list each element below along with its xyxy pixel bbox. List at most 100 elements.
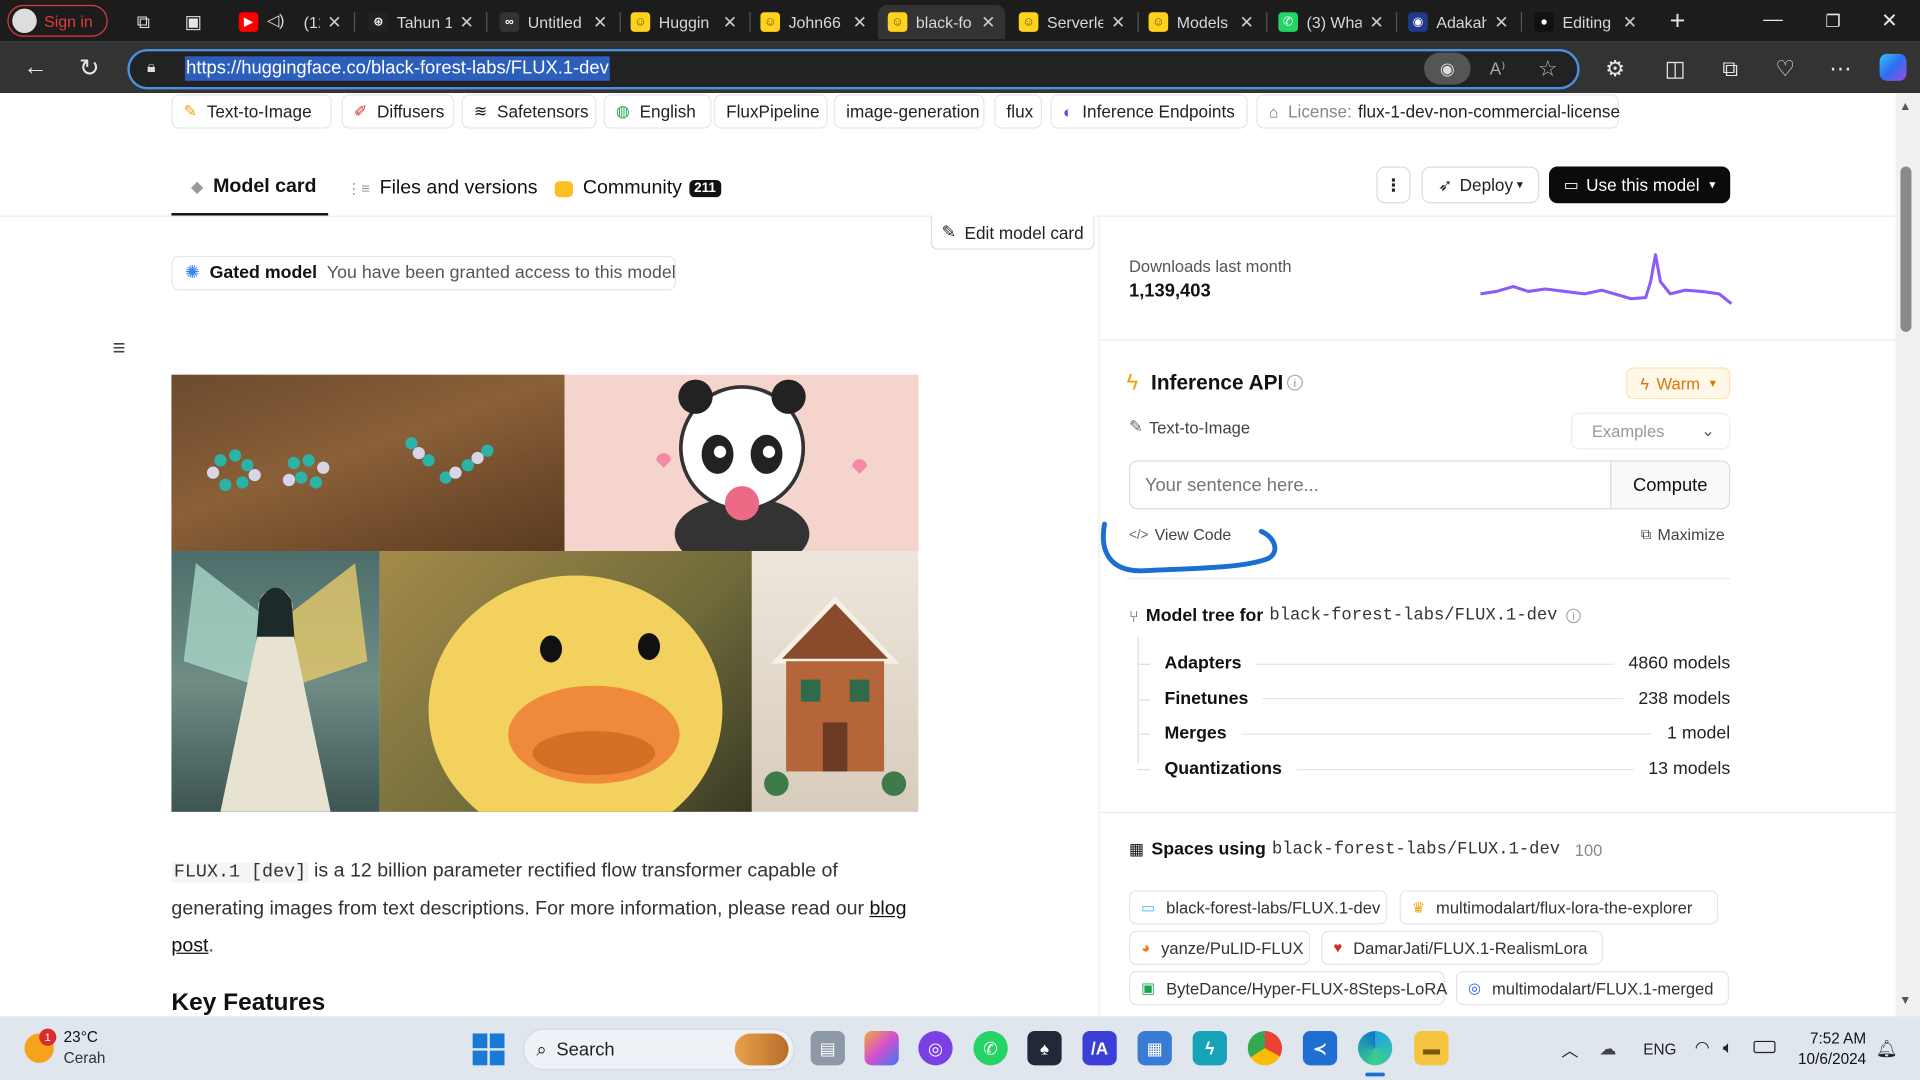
model-tree-row[interactable]: Finetunes 238 models — [1164, 682, 1730, 716]
browser-tab[interactable]: ∞ Untitled ✕ — [490, 5, 617, 39]
back-icon[interactable]: ← — [17, 49, 54, 86]
scrollbar-thumb[interactable] — [1900, 166, 1912, 332]
favorite-star-icon[interactable]: ☆ — [1529, 50, 1566, 87]
tree-row-value[interactable]: 4860 models — [1629, 654, 1731, 674]
tag-chip[interactable]: FluxPipeline — [713, 94, 828, 129]
model-tree-row[interactable]: Merges 1 model — [1164, 717, 1730, 751]
space-chip[interactable]: ◎ multimodalart/FLUX.1-merged — [1455, 971, 1729, 1006]
tag-chip[interactable]: ✐ Diffusers — [341, 94, 455, 129]
close-tab-icon[interactable]: ✕ — [1494, 12, 1508, 33]
scroll-up-icon[interactable]: ▲ — [1899, 100, 1911, 113]
show-hidden-icons[interactable]: ︿ — [1561, 1038, 1578, 1062]
sentence-input[interactable] — [1128, 460, 1612, 510]
browser-tab[interactable]: ◉ Adakah ✕ — [1398, 5, 1518, 39]
edge-icon[interactable] — [1357, 1031, 1393, 1066]
table-of-contents-icon[interactable]: ≡ — [113, 336, 126, 362]
tab-model-card[interactable]: ◆ Model card — [171, 162, 329, 216]
space-chip[interactable]: ♛ multimodalart/flux-lora-the-explorer — [1399, 890, 1718, 925]
browser-tab[interactable]: ☺ Models ✕ — [1139, 5, 1264, 39]
compute-button[interactable]: Compute — [1610, 460, 1731, 510]
close-tab-icon[interactable]: ✕ — [1369, 12, 1383, 33]
read-aloud-icon[interactable]: A⁾ — [1479, 50, 1516, 87]
copilot-icon[interactable] — [1879, 53, 1907, 81]
profile-button[interactable]: Sign in — [7, 4, 108, 37]
language-indicator[interactable]: ENG — [1643, 1041, 1676, 1058]
use-model-button[interactable]: ▭ Use this model ▾ — [1548, 166, 1731, 204]
tree-row-value[interactable]: 13 models — [1648, 759, 1730, 779]
scroll-down-icon[interactable]: ▼ — [1899, 994, 1911, 1007]
clock-time[interactable]: 7:52 AM — [1805, 1030, 1866, 1047]
tag-chip[interactable]: image-generation — [833, 94, 985, 129]
tag-chip[interactable]: ◐ Inference Endpoints — [1050, 94, 1248, 129]
close-tab-icon[interactable]: ✕ — [1240, 12, 1254, 33]
examples-select[interactable]: Examples ⌄ — [1571, 412, 1731, 450]
collections-icon[interactable]: ⧉ — [1712, 50, 1749, 87]
wifi-icon[interactable]: ◠ — [1695, 1037, 1710, 1058]
app-purple-icon[interactable]: ◎ — [918, 1031, 953, 1066]
refresh-icon[interactable]: ↻ — [71, 49, 108, 86]
notification-bell-icon[interactable]: 🔔︎ — [1876, 1038, 1898, 1059]
battery-icon[interactable] — [1753, 1040, 1776, 1054]
close-tab-icon[interactable]: ✕ — [981, 12, 995, 33]
whatsapp-icon[interactable]: ✆ — [973, 1031, 1008, 1066]
tab-community[interactable]: Community 211 — [554, 162, 721, 216]
close-tab-icon[interactable]: ✕ — [327, 12, 341, 33]
restore-icon[interactable]: ❐ — [1815, 2, 1852, 39]
vscode-icon[interactable]: ≺ — [1302, 1031, 1338, 1066]
tracking-icon[interactable]: ◉ — [1424, 52, 1471, 85]
start-button[interactable] — [472, 1033, 505, 1066]
weather-widget[interactable]: 1 23°C Cerah — [24, 1028, 146, 1071]
volume-icon[interactable]: 🔈︎ — [1723, 1037, 1733, 1058]
space-chip[interactable]: ◕ yanze/PuLID-FLUX — [1128, 930, 1311, 965]
minimize-icon[interactable]: — — [1755, 2, 1792, 39]
tab-files[interactable]: ⋮≡ Files and versions — [347, 162, 538, 216]
taskbar-search[interactable]: ⌕ Search — [522, 1028, 795, 1071]
warm-status-badge[interactable]: ϟ Warm ▾ — [1626, 367, 1731, 400]
browser-tab[interactable]: ⊛ Tahun 1 ✕ — [359, 5, 484, 39]
extensions-icon[interactable]: ⚙ — [1597, 50, 1634, 87]
tag-chip[interactable]: ⌂ License: flux-1-dev-non-commercial-licen… — [1256, 94, 1620, 129]
close-tab-icon[interactable]: ✕ — [1623, 12, 1637, 33]
task-view-icon[interactable]: ▤ — [810, 1031, 845, 1066]
browser-tab[interactable]: ● Editing ✕ — [1525, 5, 1647, 39]
clock-date[interactable]: 10/6/2024 — [1788, 1051, 1866, 1068]
info-icon[interactable]: i — [1566, 608, 1581, 624]
browser-tab[interactable]: ✆ (3) Wha ✕ — [1269, 5, 1394, 39]
deploy-button[interactable]: ➶ Deploy ▾ — [1421, 166, 1540, 204]
tag-chip[interactable]: ≋ Safetensors — [461, 94, 597, 129]
copilot-taskbar-icon[interactable] — [864, 1031, 899, 1066]
power-automate-icon[interactable]: ϟ — [1192, 1031, 1227, 1066]
close-tab-icon[interactable]: ✕ — [1111, 12, 1125, 33]
space-chip[interactable]: ♥ DamarJati/FLUX.1-RealismLora — [1321, 930, 1603, 965]
info-icon[interactable]: i — [1286, 374, 1303, 391]
onedrive-icon[interactable]: ☁ — [1599, 1038, 1616, 1059]
edit-model-card-button[interactable]: ✎ Edit model card — [930, 215, 1095, 250]
chrome-icon[interactable] — [1247, 1031, 1283, 1066]
close-tab-icon[interactable]: ✕ — [723, 12, 737, 33]
browser-tab[interactable]: ▶(12✕ — [229, 5, 351, 39]
tag-chip[interactable]: flux — [994, 94, 1043, 129]
close-tab-icon[interactable]: ✕ — [593, 12, 607, 33]
app-blue-icon[interactable]: /A — [1082, 1031, 1117, 1066]
tag-chip[interactable]: ◍ English — [603, 94, 712, 129]
close-window-icon[interactable]: ✕ — [1871, 2, 1908, 39]
tag-chip[interactable]: ✎ Text-to-Image — [171, 94, 332, 129]
more-menu-icon[interactable]: ⋯ — [1822, 50, 1859, 87]
tab-actions-icon[interactable]: ▣ — [175, 4, 212, 41]
new-tab-icon[interactable]: + — [1659, 2, 1696, 39]
browser-tab[interactable]: ☺ black-fo ✕ — [877, 4, 1006, 40]
close-tab-icon[interactable]: ✕ — [853, 12, 867, 33]
solitaire-icon[interactable]: ♠ — [1027, 1031, 1062, 1066]
model-tree-row[interactable]: Quantizations 13 models — [1164, 752, 1730, 786]
tree-row-value[interactable]: 238 models — [1638, 689, 1730, 709]
model-tree-row[interactable]: Adapters 4860 models — [1164, 647, 1730, 681]
split-screen-icon[interactable]: ◫ — [1657, 50, 1694, 87]
store-icon[interactable]: ▦ — [1137, 1031, 1172, 1066]
more-options-button[interactable]: ⋮ — [1376, 166, 1411, 204]
tree-row-value[interactable]: 1 model — [1667, 724, 1730, 744]
browser-tab[interactable]: ☺ Huggin ✕ — [621, 5, 747, 39]
space-chip[interactable]: ▭ black-forest-labs/FLUX.1-dev — [1128, 890, 1388, 925]
workspaces-icon[interactable]: ⧉ — [125, 4, 162, 41]
speaker-icon[interactable]: ◁) — [267, 11, 285, 31]
file-explorer-icon[interactable]: ▬ — [1414, 1031, 1449, 1066]
